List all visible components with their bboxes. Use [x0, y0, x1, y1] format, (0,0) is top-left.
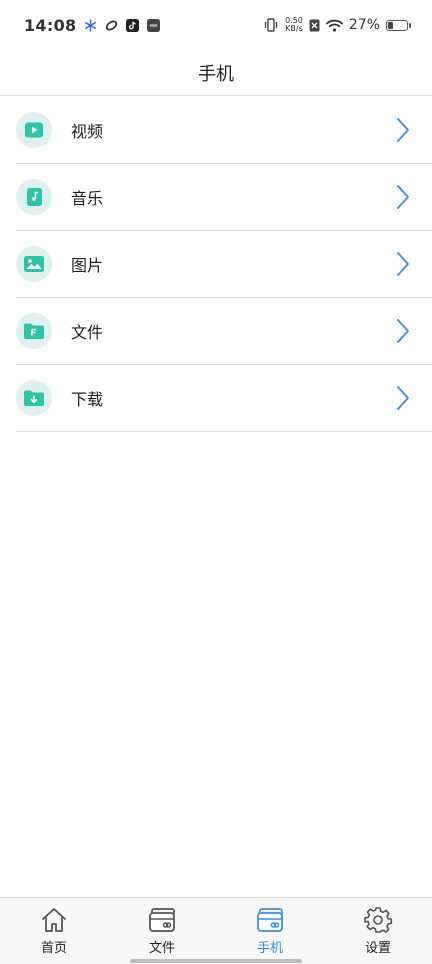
image-icon — [16, 246, 52, 282]
list-item-file[interactable]: 文件 — [16, 298, 432, 365]
tab-home[interactable]: 首页 — [0, 898, 108, 964]
bottom-tab-bar: 首页 文件 手机 设置 — [0, 897, 432, 964]
tab-files[interactable]: 文件 — [108, 898, 216, 964]
chevron-right-icon — [397, 185, 409, 209]
tab-label: 文件 — [148, 941, 175, 956]
category-list: 视频 音乐 图片 文件 下载 — [0, 97, 432, 432]
status-bar: 14:08 0.50 KB/s 27% — [0, 0, 432, 50]
list-item-label: 视频 — [71, 122, 104, 141]
app-swirl-icon — [106, 20, 118, 30]
list-item-image[interactable]: 图片 — [16, 231, 432, 298]
list-item-label: 图片 — [71, 256, 104, 275]
page-title: 手机 — [198, 63, 234, 85]
phone-storage-icon — [257, 908, 283, 932]
list-item-label: 文件 — [71, 323, 104, 342]
status-left: 14:08 — [24, 15, 161, 35]
battery-percent: 27% — [348, 17, 380, 33]
tiktok-icon — [126, 18, 140, 32]
wifi-icon — [325, 19, 343, 32]
home-indicator[interactable] — [130, 959, 302, 963]
gear-icon — [364, 907, 393, 933]
list-item-music[interactable]: 音乐 — [16, 164, 432, 231]
chevron-right-icon — [397, 319, 409, 343]
list-item-label: 音乐 — [71, 189, 104, 208]
tab-phone[interactable]: 手机 — [216, 898, 324, 964]
folder-cards-icon — [149, 908, 175, 932]
video-icon — [16, 112, 52, 148]
list-item-video[interactable]: 视频 — [16, 97, 432, 164]
list-item-label: 下载 — [71, 390, 104, 409]
battery-icon — [386, 19, 411, 31]
net-speed-unit: KB/s — [285, 24, 303, 33]
tab-settings[interactable]: 设置 — [324, 898, 432, 964]
tab-label: 首页 — [40, 941, 67, 956]
battery-fill — [388, 21, 393, 29]
tab-label: 设置 — [364, 941, 391, 956]
chevron-right-icon — [397, 118, 409, 142]
app-badge-icon — [147, 18, 161, 32]
home-icon — [42, 908, 66, 932]
status-time: 14:08 — [24, 15, 77, 35]
tab-label: 手机 — [256, 941, 283, 956]
no-sim-icon — [309, 19, 320, 31]
chevron-right-icon — [397, 386, 409, 410]
file-icon — [16, 313, 52, 349]
vibrate-icon — [264, 18, 278, 32]
chevron-right-icon — [397, 252, 409, 276]
download-icon — [16, 380, 52, 416]
net-speed: 0.50 KB/s — [285, 17, 303, 33]
list-item-download[interactable]: 下载 — [16, 365, 432, 432]
status-right: 0.50 KB/s 27% — [263, 17, 411, 33]
snowflake-icon — [85, 18, 97, 32]
title-bar: 手机 — [0, 50, 432, 96]
music-icon — [16, 179, 52, 215]
